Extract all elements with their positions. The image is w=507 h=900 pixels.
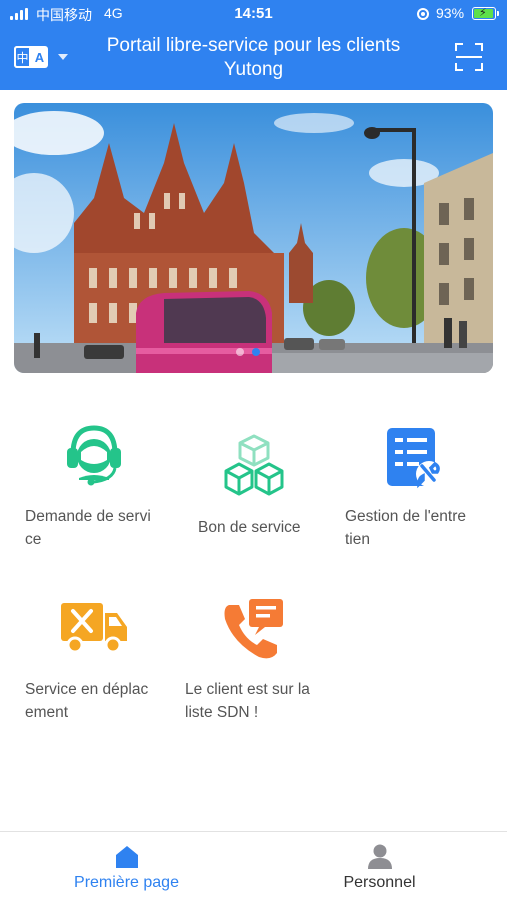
chevron-down-icon[interactable] bbox=[58, 54, 68, 60]
tab-personal[interactable]: Personnel bbox=[253, 832, 506, 900]
carousel-dot[interactable] bbox=[236, 348, 244, 356]
tab-personal-label: Personnel bbox=[343, 874, 416, 891]
tab-home-label: Première page bbox=[74, 874, 179, 891]
service-truck-icon bbox=[59, 595, 129, 665]
page-title: Portail libre-service pour les clients Y… bbox=[80, 34, 427, 82]
phone-message-icon bbox=[219, 595, 289, 665]
service-tile-deplacement[interactable]: Service en déplac ement bbox=[14, 595, 174, 735]
service-label: Service en déplac ement bbox=[25, 681, 149, 721]
carousel-dot-active[interactable] bbox=[252, 348, 260, 356]
scan-icon[interactable] bbox=[455, 43, 483, 71]
cubes-icon bbox=[219, 430, 289, 500]
orientation-lock-icon bbox=[417, 8, 429, 20]
customer-service-headset-icon bbox=[59, 420, 129, 490]
bottom-tab-bar: Première page Personnel bbox=[0, 831, 507, 900]
maintenance-document-wrench-icon bbox=[379, 424, 449, 494]
service-label: Bon de service bbox=[198, 519, 301, 536]
banner-carousel[interactable] bbox=[14, 103, 493, 373]
battery-percent: 93% bbox=[436, 5, 465, 21]
carousel-indicator bbox=[236, 348, 260, 356]
language-cn-glyph: 中 bbox=[14, 46, 31, 68]
home-icon bbox=[113, 842, 141, 870]
banner-image bbox=[14, 103, 493, 373]
language-switch-icon[interactable]: 中 A bbox=[14, 46, 48, 68]
service-tile-sdn[interactable]: Le client est sur la liste SDN ! bbox=[174, 595, 334, 735]
service-label: Le client est sur la liste SDN ! bbox=[185, 681, 310, 721]
app-header: 中 A Portail libre-service pour les clien… bbox=[0, 28, 507, 90]
language-en-glyph: A bbox=[34, 49, 45, 65]
service-tile-demande[interactable]: Demande de servi ce bbox=[14, 420, 174, 560]
service-tile-gestion[interactable]: Gestion de l'entre tien bbox=[334, 420, 494, 560]
clock: 14:51 bbox=[234, 5, 273, 22]
page-title-line1: Portail libre-service pour les clients bbox=[106, 35, 401, 56]
tab-home[interactable]: Première page bbox=[0, 832, 253, 900]
page-title-line2: Yutong bbox=[223, 59, 284, 80]
service-label: Demande de servi ce bbox=[25, 508, 151, 548]
battery-icon: ⚡ bbox=[472, 7, 499, 20]
user-icon bbox=[366, 842, 394, 870]
service-label: Gestion de l'entre tien bbox=[345, 508, 467, 548]
status-bar: 中国移动 4G 14:51 93% ⚡ bbox=[0, 0, 507, 28]
service-tile-bon[interactable]: Bon de service bbox=[174, 420, 334, 560]
